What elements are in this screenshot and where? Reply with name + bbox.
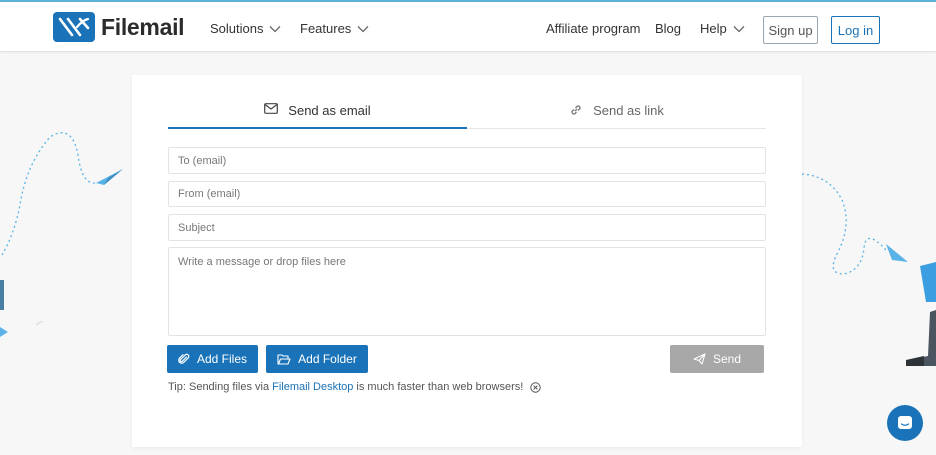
from-email-input[interactable]: [168, 181, 766, 207]
logo[interactable]: Filemail: [53, 12, 185, 42]
filemail-logo-icon: [53, 12, 95, 42]
to-email-input[interactable]: [168, 147, 766, 174]
add-folder-label: Add Folder: [298, 352, 357, 366]
message-textarea[interactable]: [168, 247, 766, 336]
send-label: Send: [712, 352, 742, 366]
filemail-desktop-link[interactable]: Filemail Desktop: [272, 381, 353, 393]
close-circle-icon[interactable]: [530, 381, 542, 393]
chevron-down-icon: [270, 25, 281, 32]
tip-suffix: is much faster than web browsers!: [356, 381, 524, 393]
add-files-button[interactable]: Add Files: [167, 345, 258, 373]
paper-plane-icon: [693, 353, 706, 365]
send-card: Send as email Send as link Add Files Add…: [132, 75, 802, 447]
nav-features[interactable]: Features: [300, 21, 369, 36]
tab-send-as-link-label: Send as link: [593, 103, 664, 118]
nav-solutions-label: Solutions: [210, 21, 264, 36]
signup-button[interactable]: Sign up: [763, 16, 818, 44]
navbar: Filemail Solutions Features Affiliate pr…: [0, 2, 936, 52]
subject-input[interactable]: [168, 214, 766, 241]
paper-plane-decoration-left: [0, 132, 123, 337]
envelope-icon: [264, 103, 279, 114]
nav-affiliate-label: Affiliate program: [546, 21, 641, 36]
paper-plane-decoration-right: [801, 173, 936, 366]
folder-open-icon: [277, 353, 291, 365]
tab-send-as-email-label: Send as email: [288, 103, 371, 118]
nav-help[interactable]: Help: [700, 21, 745, 36]
brand-name: Filemail: [101, 13, 185, 40]
nav-affiliate-program[interactable]: Affiliate program: [546, 21, 640, 36]
paperclip-icon: [178, 353, 190, 364]
add-folder-button[interactable]: Add Folder: [266, 345, 368, 373]
login-button[interactable]: Log in: [831, 16, 880, 44]
tip-text: Tip: Sending files via Filemail Desktop …: [168, 381, 542, 393]
link-icon: [571, 105, 581, 115]
nav-blog[interactable]: Blog: [655, 21, 681, 36]
nav-features-label: Features: [300, 21, 352, 36]
chat-icon: [898, 416, 912, 429]
tip-prefix: Tip: Sending files via: [168, 381, 270, 393]
add-files-label: Add Files: [196, 352, 248, 366]
chevron-down-icon: [357, 25, 369, 32]
chat-support-button[interactable]: [887, 405, 923, 441]
nav-blog-label: Blog: [655, 21, 682, 36]
send-mode-tabs: Send as email Send as link: [168, 97, 766, 129]
nav-solutions[interactable]: Solutions: [210, 21, 281, 36]
tab-send-as-email[interactable]: Send as email: [168, 97, 467, 129]
send-button[interactable]: Send: [670, 345, 764, 373]
chevron-down-icon: [733, 25, 745, 32]
tab-send-as-link[interactable]: Send as link: [467, 97, 766, 129]
nav-help-label: Help: [700, 21, 727, 36]
